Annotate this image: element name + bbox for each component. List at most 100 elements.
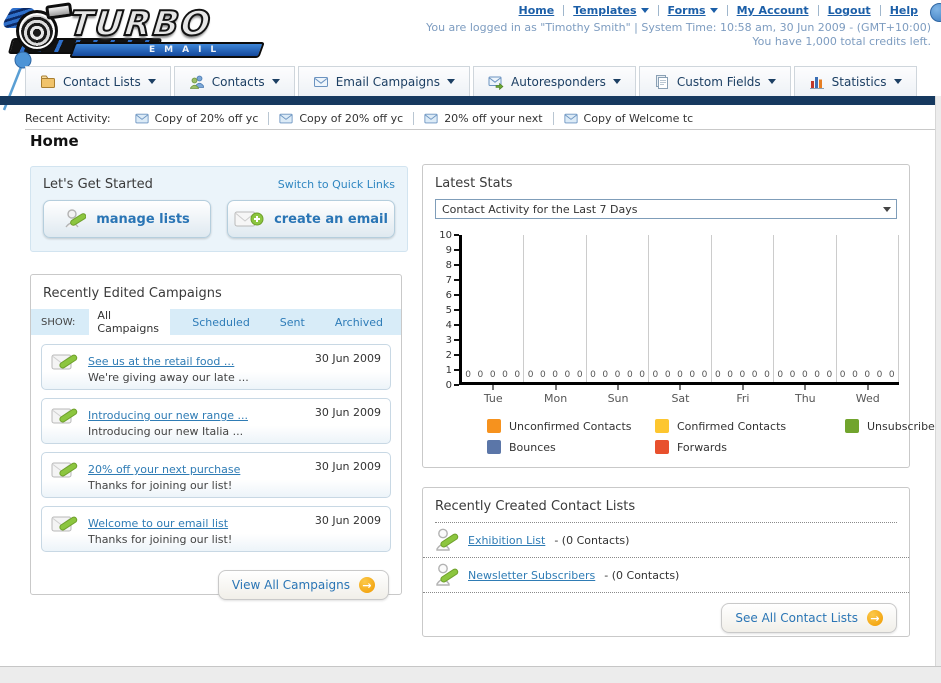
value-label: 0 [888,370,895,380]
turbo-pipe [45,2,73,20]
chart-x-axis: Tue Mon Sun Sat Fri Thu Wed [462,385,899,405]
top-link-my-account[interactable]: My Account [728,4,818,17]
value-label: 0 [801,370,808,380]
help-bubble-icon[interactable] [930,3,941,22]
stats-report-select[interactable]: Contact Activity for the Last 7 Days [435,199,897,219]
page-title: Home [30,132,79,150]
x-tick: Sat [649,385,711,405]
envelope-icon [563,113,578,123]
y-tick: 5 [446,303,459,317]
y-tick: 3 [446,333,459,347]
chevron-down-icon [893,79,902,84]
campaign-date: 30 Jun 2009 [314,406,381,419]
value-label: 0 [590,370,596,380]
y-tick: 8 [446,258,459,272]
legend-item: Forwards [655,440,845,454]
switch-to-quick-links-link[interactable]: Switch to Quick Links [278,178,395,191]
chart-day-group: 00000 [587,235,650,382]
filter-archived[interactable]: Archived [327,313,391,332]
envelope-plus-icon [234,211,264,226]
legend-label: Confirmed Contacts [677,419,787,433]
contact-list-link[interactable]: Newsletter Subscribers [468,569,595,582]
create-an-email-button[interactable]: create an email [227,200,395,238]
filter-scheduled[interactable]: Scheduled [184,313,258,332]
campaign-title-link[interactable]: Welcome to our email list [88,517,228,530]
value-label: 0 [652,370,659,380]
campaign-subtitle: Thanks for joining our list! [88,533,233,546]
chevron-down-icon [640,8,649,13]
legend-swatch [487,440,501,454]
value-label: 0 [502,370,508,380]
contact-list-link[interactable]: Exhibition List [468,534,545,547]
value-label: 0 [751,370,758,380]
turbo-email-logo: TURBO EMAIL [0,2,271,60]
value-label: 0 [489,370,496,380]
y-tick: 0 [446,378,459,392]
value-label: 0 [689,370,696,380]
value-label: 0 [514,370,521,380]
value-label: 0 [614,370,621,380]
filter-sent[interactable]: Sent [272,313,313,332]
contact-list-item: Exhibition List - (0 Contacts) [423,523,909,558]
chart-day-group: 00000 [462,235,525,382]
chevron-down-icon [767,79,776,84]
value-label: 0 [777,370,784,380]
campaign-title-link[interactable]: See us at the retail food ... [88,355,234,368]
see-all-contact-lists-button[interactable]: See All Contact Lists → [721,603,897,633]
chevron-down-icon [612,79,621,84]
page-right-gutter [935,96,941,683]
tab-contact-lists[interactable]: Contact Lists [25,66,171,96]
header: TURBO EMAIL Home Templates Forms My Acco… [0,0,941,111]
recent-activity-item[interactable]: Copy of 20% off yc [125,112,269,125]
manage-lists-button[interactable]: manage lists [43,200,211,238]
chart-day-group: 00000 [712,235,775,382]
top-link-forms[interactable]: Forms [659,4,727,17]
campaigns-panel-title: Recently Edited Campaigns [43,286,222,301]
tab-custom-fields[interactable]: Custom Fields [638,66,791,96]
value-label: 0 [465,370,471,380]
top-link-templates[interactable]: Templates [564,4,657,17]
legend-label: Bounces [509,440,556,454]
x-tick: Sun [587,385,649,405]
recent-activity-bar: Recent Activity: Copy of 20% off yc Copy… [25,107,935,130]
folder-icon [41,75,55,88]
contact-list-item: Newsletter Subscribers - (0 Contacts) [423,558,909,593]
show-label: SHOW: [41,316,76,328]
campaign-title-link[interactable]: 20% off your next purchase [88,463,240,476]
legend-label: Unconfirmed Contacts [509,419,632,433]
contact-lists-panel-title: Recently Created Contact Lists [435,499,636,514]
value-label: 0 [564,370,571,380]
chart-day-group: 00000 [774,235,837,382]
campaign-row: See us at the retail food ... We're givi… [41,344,391,390]
value-label: 0 [727,370,733,380]
contact-activity-chart: 10 9 8 7 6 5 4 3 2 1 0 000000000000000000000000000… [431,230,899,391]
filter-all-campaigns[interactable]: All Campaigns [89,306,171,338]
envelope-pencil-icon [51,408,78,424]
page-footer [0,666,941,683]
value-label: 0 [701,370,708,380]
logo-email-banner: EMAIL [69,42,265,58]
value-label: 0 [677,370,683,380]
top-link-home[interactable]: Home [510,4,564,17]
tab-email-campaigns[interactable]: Email Campaigns [297,66,470,96]
y-tick: 2 [446,348,459,362]
recent-activity-item[interactable]: Copy of 20% off yc [269,112,413,125]
tab-contacts[interactable]: Contacts [173,66,295,96]
top-link-logout[interactable]: Logout [819,4,880,17]
app-window: TURBO EMAIL Home Templates Forms My Acco… [0,0,941,683]
recent-activity-item[interactable]: Copy of Welcome tc [554,112,704,125]
x-tick: Thu [774,385,836,405]
people-icon [189,75,204,89]
value-label: 0 [826,370,833,380]
recent-activity-item[interactable]: 20% off your next [414,112,552,125]
top-link-help[interactable]: Help [881,4,927,17]
tab-autoresponders[interactable]: Autoresponders [473,66,636,96]
person-pencil-icon [65,209,87,228]
view-all-campaigns-button[interactable]: View All Campaigns → [217,570,389,600]
campaign-date: 30 Jun 2009 [314,514,381,527]
campaign-title-link[interactable]: Introducing our new range ... [88,409,248,422]
legend-swatch [655,440,669,454]
campaign-subtitle: Thanks for joining our list! [88,479,233,492]
tab-statistics[interactable]: Statistics [793,66,917,96]
pages-icon [655,74,668,89]
